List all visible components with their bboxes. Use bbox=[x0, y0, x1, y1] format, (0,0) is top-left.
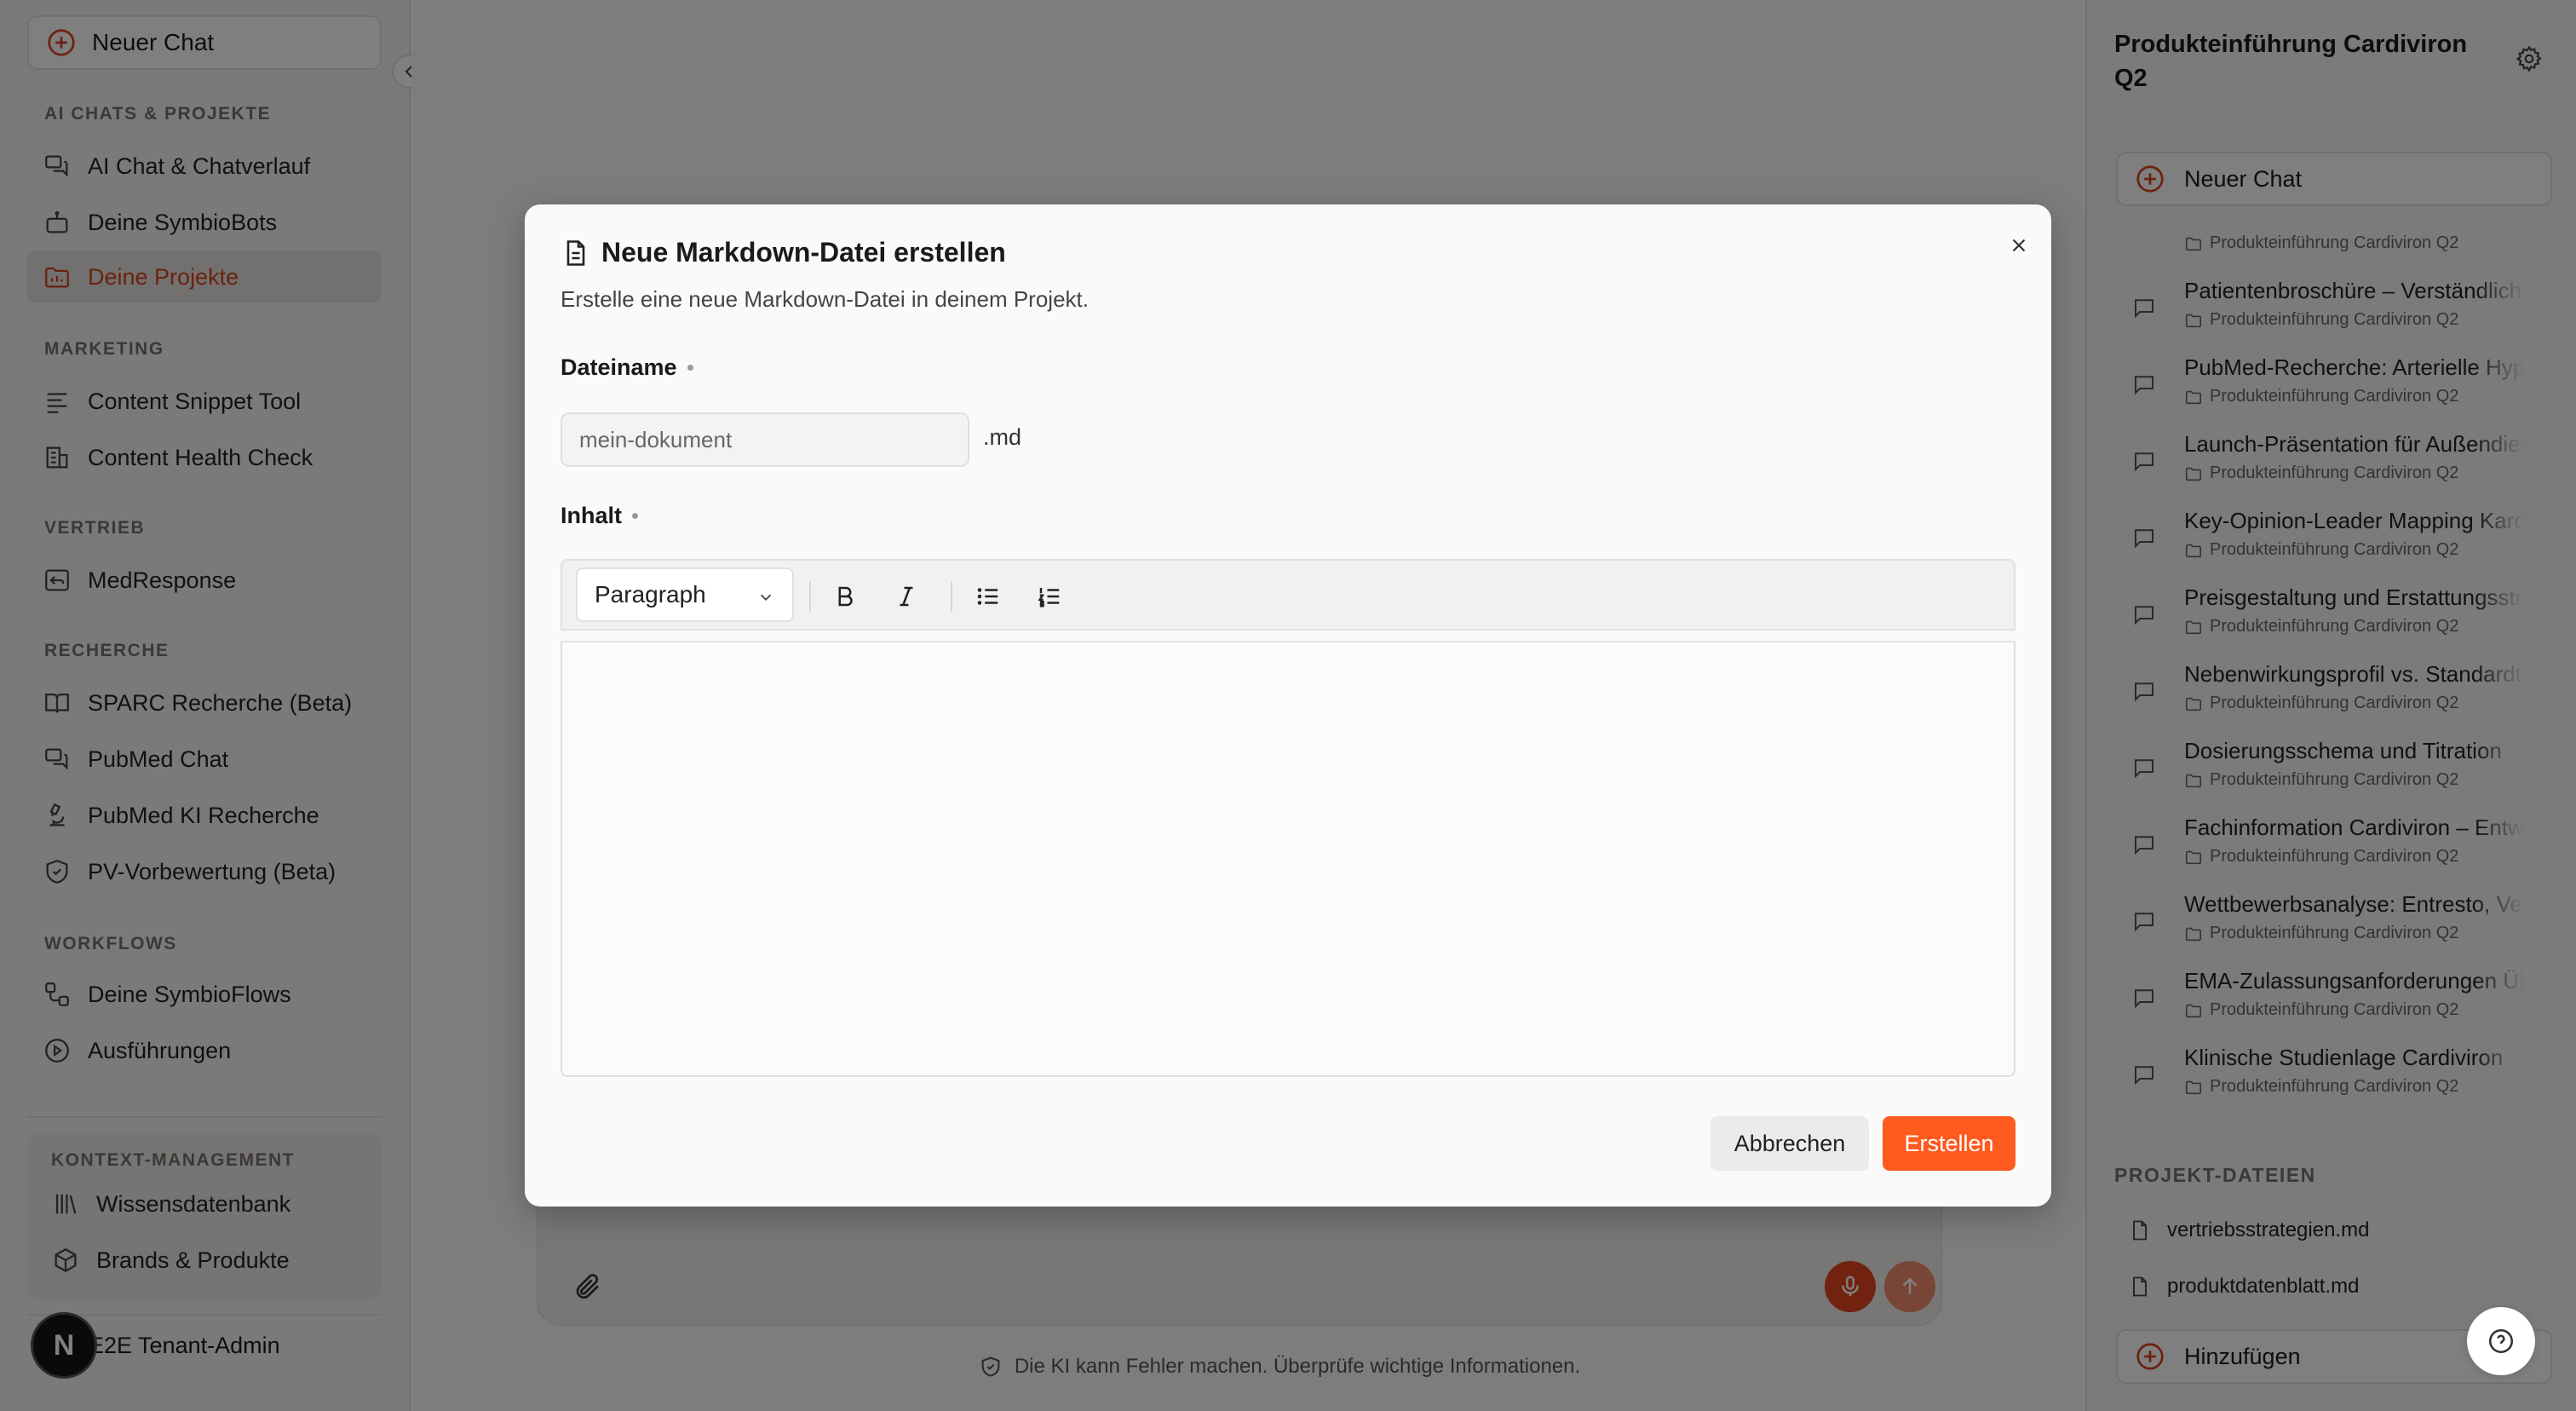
toolbar-separator bbox=[809, 581, 811, 612]
content-label: Inhalt bbox=[561, 503, 638, 529]
file-text-icon bbox=[561, 238, 591, 268]
create-markdown-dialog: Neue Markdown-Datei erstellen Erstelle e… bbox=[525, 204, 2051, 1207]
italic-icon bbox=[894, 584, 919, 609]
filename-label-text: Dateiname bbox=[561, 354, 677, 380]
content-editor[interactable] bbox=[561, 641, 2015, 1077]
toolbar-separator bbox=[951, 581, 952, 612]
italic-button[interactable] bbox=[888, 578, 925, 615]
required-indicator bbox=[687, 365, 693, 371]
dialog-description: Erstelle eine neue Markdown-Datei in dei… bbox=[561, 286, 1089, 312]
file-extension: .md bbox=[983, 424, 1022, 450]
content-label-text: Inhalt bbox=[561, 503, 622, 528]
dialog-title: Neue Markdown-Datei erstellen bbox=[561, 237, 1006, 268]
bold-button[interactable] bbox=[826, 578, 864, 615]
cancel-button[interactable]: Abbrechen bbox=[1711, 1116, 1869, 1171]
block-type-value: Paragraph bbox=[595, 581, 706, 608]
close-icon bbox=[2008, 234, 2030, 256]
numbered-list-icon bbox=[1037, 584, 1062, 609]
bullet-list-button[interactable] bbox=[969, 578, 1007, 615]
bullet-list-icon bbox=[975, 584, 1001, 609]
filename-label: Dateiname bbox=[561, 354, 693, 381]
chevron-down-icon bbox=[756, 588, 775, 607]
help-icon bbox=[2487, 1327, 2516, 1356]
editor-toolbar: Paragraph bbox=[561, 559, 2015, 631]
create-button[interactable]: Erstellen bbox=[1883, 1116, 2015, 1171]
filename-input[interactable] bbox=[561, 412, 969, 467]
numbered-list-button[interactable] bbox=[1031, 578, 1068, 615]
bold-icon bbox=[832, 584, 858, 609]
required-indicator bbox=[632, 513, 638, 519]
dialog-title-text: Neue Markdown-Datei erstellen bbox=[601, 237, 1006, 268]
block-type-select[interactable]: Paragraph bbox=[576, 567, 794, 622]
close-button[interactable] bbox=[2000, 227, 2038, 264]
help-button[interactable] bbox=[2467, 1307, 2535, 1375]
